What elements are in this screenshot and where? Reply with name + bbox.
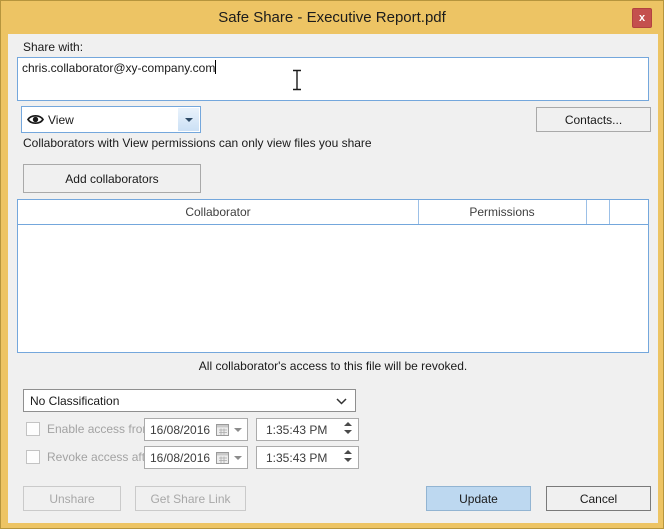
calendar-icon [216,423,230,436]
chevron-down-icon [184,117,193,122]
chevron-down-icon [336,398,347,405]
enable-access-date-picker[interactable]: 16/08/2016 [144,418,248,441]
contacts-button[interactable]: Contacts... [536,107,651,132]
collaborator-table[interactable]: Collaborator Permissions [17,199,649,353]
permission-value: View [48,112,74,127]
text-caret [215,60,217,74]
column-divider[interactable] [609,200,610,224]
enable-access-time-spinner[interactable]: 1:35:43 PM [256,418,359,441]
column-header-collaborator[interactable]: Collaborator [18,200,418,224]
revoke-access-date-picker[interactable]: 16/08/2016 [144,446,248,469]
share-with-label: Share with: [23,40,84,54]
revoke-access-date-value: 16/08/2016 [150,450,211,465]
titlebar: Safe Share - Executive Report.pdf x [1,1,663,34]
window-title: Safe Share - Executive Report.pdf [218,9,446,26]
date-dropdown-icon[interactable] [234,427,243,432]
spinner-down-icon[interactable] [344,430,352,434]
collaborator-table-header: Collaborator Permissions [18,200,648,225]
revoke-access-time-spinner[interactable]: 1:35:43 PM [256,446,359,469]
recipients-value: chris.collaborator@xy-company.com [22,61,216,75]
time-spinner-buttons[interactable] [344,422,352,434]
eye-icon [27,113,44,126]
cancel-button[interactable]: Cancel [546,486,651,511]
add-collaborators-button[interactable]: Add collaborators [23,164,201,193]
permission-dropdown[interactable]: View [21,106,201,133]
date-dropdown-icon[interactable] [234,455,243,460]
recipients-input[interactable]: chris.collaborator@xy-company.com [17,57,649,101]
classification-value: No Classification [30,393,120,408]
revoke-note: All collaborator's access to this file w… [198,359,468,373]
enable-access-checkbox[interactable] [26,422,40,436]
column-header-permissions[interactable]: Permissions [418,200,586,224]
spinner-up-icon[interactable] [344,450,352,454]
revoke-access-time-value: 1:35:43 PM [266,450,328,465]
spinner-down-icon[interactable] [344,458,352,462]
revoke-access-row: Revoke access after 16/08/2016 1:35:43 P… [8,446,658,469]
enable-access-time-value: 1:35:43 PM [266,422,328,437]
time-spinner-buttons[interactable] [344,450,352,462]
close-button[interactable]: x [632,8,652,28]
enable-access-label: Enable access from [47,422,153,436]
column-divider[interactable] [418,200,419,224]
revoke-access-label: Revoke access after [47,450,156,464]
calendar-icon [216,451,230,464]
enable-access-date-value: 16/08/2016 [150,422,211,437]
enable-access-row: Enable access from 16/08/2016 1:35:43 PM [8,418,658,441]
classification-select[interactable]: No Classification [23,389,356,412]
safe-share-dialog: Safe Share - Executive Report.pdf x Shar… [0,0,664,529]
spinner-up-icon[interactable] [344,422,352,426]
get-share-link-button[interactable]: Get Share Link [135,486,246,511]
permission-dropdown-arrow[interactable] [178,108,199,131]
dialog-body: Share with: chris.collaborator@xy-compan… [8,34,658,523]
revoke-access-checkbox[interactable] [26,450,40,464]
collaborator-table-body[interactable] [18,225,648,352]
unshare-button[interactable]: Unshare [23,486,121,511]
permissions-helper-text: Collaborators with View permissions can … [23,136,372,150]
column-divider[interactable] [586,200,587,224]
update-button[interactable]: Update [426,486,531,511]
